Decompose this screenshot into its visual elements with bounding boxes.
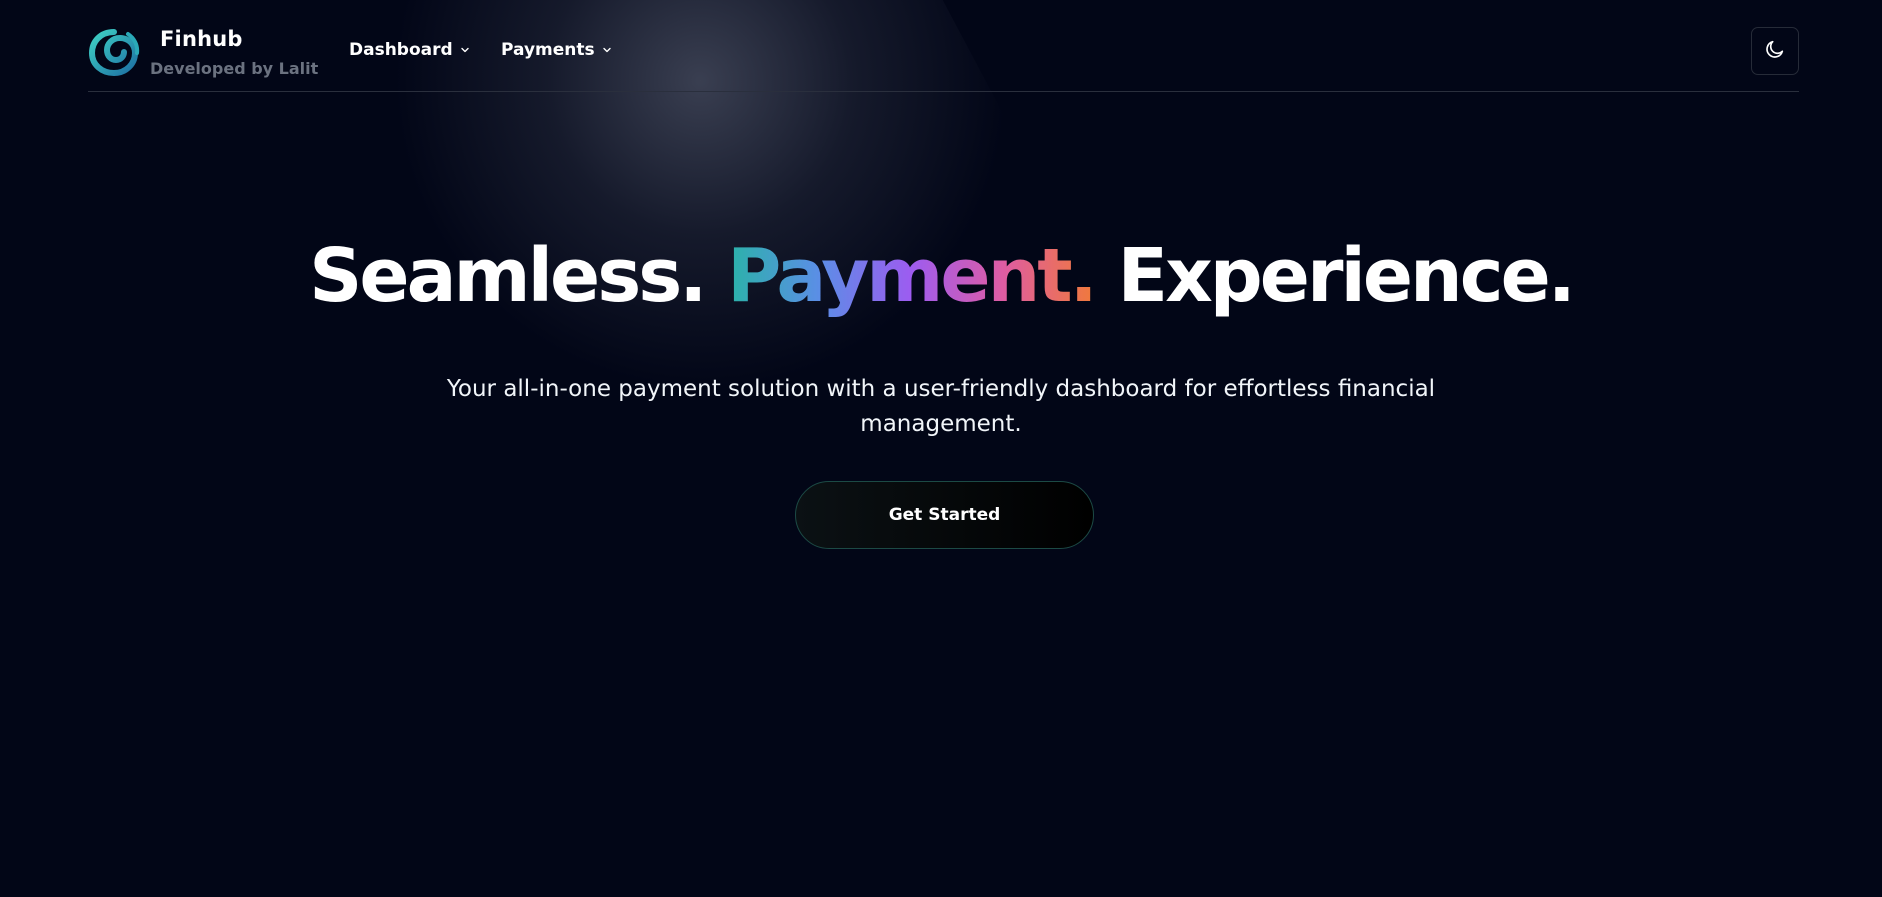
swirl-logo-icon[interactable] <box>88 28 140 77</box>
get-started-button[interactable]: Get Started <box>795 481 1094 549</box>
nav-dashboard-label: Dashboard <box>349 40 453 60</box>
chevron-down-icon <box>601 44 613 56</box>
hero-subtitle: Your all-in-one payment solution with a … <box>446 376 1436 437</box>
hero-title: Seamless. Payment. Experience. <box>0 226 1882 326</box>
brand-tagline: Developed by Lalit <box>150 59 319 78</box>
nav-payments-label: Payments <box>501 40 595 60</box>
top-navbar: Finhub Developed by Lalit Dashboard Paym… <box>88 0 1799 92</box>
nav-payments-menu[interactable]: Payments <box>501 40 613 60</box>
theme-toggle-button[interactable] <box>1751 27 1799 75</box>
hero-title-highlight: Payment. <box>727 233 1098 319</box>
chevron-down-icon <box>459 44 471 56</box>
nav-dashboard-menu[interactable]: Dashboard <box>349 40 471 60</box>
hero-title-part3: Experience. <box>1094 233 1576 319</box>
hero-title-part1: Seamless. <box>309 233 728 319</box>
brand-name[interactable]: Finhub <box>160 27 243 51</box>
moon-icon <box>1764 38 1786 64</box>
